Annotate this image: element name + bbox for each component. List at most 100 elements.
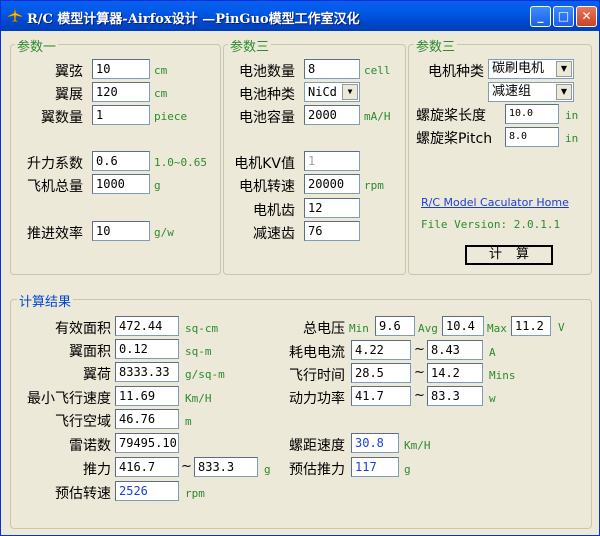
prop-length-input[interactable]: 10.0: [505, 104, 559, 124]
est-rpm-unit: rpm: [185, 487, 205, 500]
voltage-max-label: Max: [487, 322, 507, 335]
effective-area-unit: sq-cm: [185, 322, 219, 335]
thrust-unit: g: [264, 463, 271, 476]
est-rpm-label: 预估转速: [55, 486, 111, 502]
power-unit: w: [489, 392, 496, 405]
motor-type-label: 电机种类: [428, 64, 484, 80]
flight-time-max-value: 14.2: [427, 363, 483, 383]
thrust-min-value: 416.7: [115, 457, 179, 477]
pitch-speed-label: 螺距速度: [289, 438, 345, 454]
power-max-value: 83.3: [427, 386, 483, 406]
file-version: File Version: 2.0.1.1: [421, 218, 561, 231]
battery-capacity-label: 电池容量: [239, 110, 295, 126]
wing-area-value: 0.12: [115, 339, 179, 359]
total-weight-unit: g: [154, 179, 161, 192]
calculate-button[interactable]: 计算: [465, 245, 553, 265]
thrust-eff-input[interactable]: 10: [92, 221, 150, 241]
range-tilde: ~: [181, 459, 192, 474]
prop-pitch-input[interactable]: 8.0: [505, 127, 559, 147]
home-link[interactable]: R/C Model Caculator Home: [421, 196, 569, 209]
airspace-unit: m: [185, 415, 192, 428]
min-speed-label: 最小飞行速度: [27, 391, 111, 407]
effective-area-value: 472.44: [115, 316, 179, 336]
prop-length-label: 螺旋桨长度: [416, 108, 486, 124]
range-tilde: ~: [414, 342, 425, 357]
wing-load-unit: g/sq-m: [185, 368, 225, 381]
motor-kv-label: 电机KV值: [234, 156, 295, 172]
minimize-button[interactable]: _: [530, 6, 551, 27]
effective-area-label: 有效面积: [55, 321, 111, 337]
span-label: 翼展: [55, 87, 83, 103]
title-bar[interactable]: R/C 模型计算器-Airfox设计 —PinGuo模型工作室汉化 _ □ ✕: [1, 1, 599, 31]
app-window: R/C 模型计算器-Airfox设计 —PinGuo模型工作室汉化 _ □ ✕ …: [0, 0, 600, 536]
flight-time-label: 飞行时间: [289, 368, 345, 384]
range-tilde: ~: [414, 388, 425, 403]
prop-pitch-label: 螺旋桨Pitch: [416, 131, 493, 147]
battery-type-label: 电池种类: [239, 87, 295, 103]
wing-count-input[interactable]: 1: [92, 105, 150, 125]
gearbox-select[interactable]: 减速组 ▼: [488, 82, 574, 102]
motor-rpm-input[interactable]: 20000: [304, 174, 360, 194]
thrust-eff-label: 推进效率: [27, 226, 83, 242]
gear-label: 减速齿: [253, 226, 295, 242]
range-tilde: ~: [414, 365, 425, 380]
total-voltage-label: 总电压: [303, 321, 345, 337]
voltage-avg-label: Avg: [418, 322, 438, 335]
est-thrust-unit: g: [404, 463, 411, 476]
chevron-down-icon[interactable]: ▼: [342, 84, 358, 100]
prop-length-unit: in: [565, 109, 579, 122]
power-label: 动力功率: [289, 391, 345, 407]
span-input[interactable]: 120: [92, 82, 150, 102]
min-speed-value: 11.69: [115, 386, 179, 406]
total-weight-label: 飞机总量: [27, 179, 83, 195]
pinion-label: 电机齿: [253, 203, 295, 219]
chord-input[interactable]: 10: [92, 59, 150, 79]
est-thrust-value: 117: [351, 457, 399, 477]
thrust-max-value: 833.3: [194, 457, 258, 477]
pitch-speed-value: 30.8: [351, 433, 399, 453]
close-button[interactable]: ✕: [576, 6, 597, 27]
battery-type-select[interactable]: NiCd ▼: [304, 82, 360, 102]
group-params-2-label: 参数三: [228, 36, 272, 55]
motor-rpm-label: 电机转速: [239, 179, 295, 195]
wing-load-label: 翼荷: [83, 367, 111, 383]
voltage-min-value: 9.6: [375, 316, 415, 336]
wing-area-unit: sq-m: [185, 345, 212, 358]
pitch-speed-unit: Km/H: [404, 439, 431, 452]
pinion-input[interactable]: 12: [304, 198, 360, 218]
reynolds-value: 79495.10: [115, 433, 179, 453]
voltage-avg-value: 10.4: [442, 316, 484, 336]
group-params-3-label: 参数三: [414, 36, 458, 55]
total-weight-input[interactable]: 1000: [92, 174, 150, 194]
voltage-max-value: 11.2: [511, 316, 551, 336]
prop-pitch-unit: in: [565, 132, 579, 145]
cell-count-unit: cell: [364, 64, 391, 77]
motor-rpm-unit: rpm: [364, 179, 384, 192]
thrust-eff-unit: g/w: [154, 226, 174, 239]
battery-capacity-unit: mA/H: [364, 110, 391, 123]
window-title: R/C 模型计算器-Airfox设计 —PinGuo模型工作室汉化: [27, 12, 360, 27]
est-rpm-value: 2526: [115, 481, 179, 501]
wing-area-label: 翼面积: [69, 344, 111, 360]
power-min-value: 41.7: [351, 386, 411, 406]
cell-count-label: 电池数量: [239, 64, 295, 80]
cell-count-input[interactable]: 8: [304, 59, 360, 79]
chord-unit: cm: [154, 64, 168, 77]
min-speed-unit: Km/H: [185, 392, 212, 405]
lift-coef-input[interactable]: 0.6: [92, 151, 150, 171]
motor-type-value: 碳刷电机: [492, 61, 545, 76]
airspace-value: 46.76: [115, 409, 179, 429]
group-results-label: 计算结果: [17, 291, 74, 310]
maximize-button[interactable]: □: [553, 6, 574, 27]
motor-type-select[interactable]: 碳刷电机 ▼: [488, 59, 574, 79]
battery-capacity-input[interactable]: 2000: [304, 105, 360, 125]
chevron-down-icon[interactable]: ▼: [556, 84, 572, 100]
flight-time-unit: Mins: [489, 369, 516, 382]
chevron-down-icon[interactable]: ▼: [556, 61, 572, 77]
motor-kv-input[interactable]: 1: [304, 151, 360, 171]
gear-input[interactable]: 76: [304, 221, 360, 241]
lift-coef-range: 1.0~0.65: [154, 156, 207, 169]
airspace-label: 飞行空域: [55, 414, 111, 430]
wing-count-label: 翼数量: [41, 110, 83, 126]
current-unit: A: [489, 346, 496, 359]
